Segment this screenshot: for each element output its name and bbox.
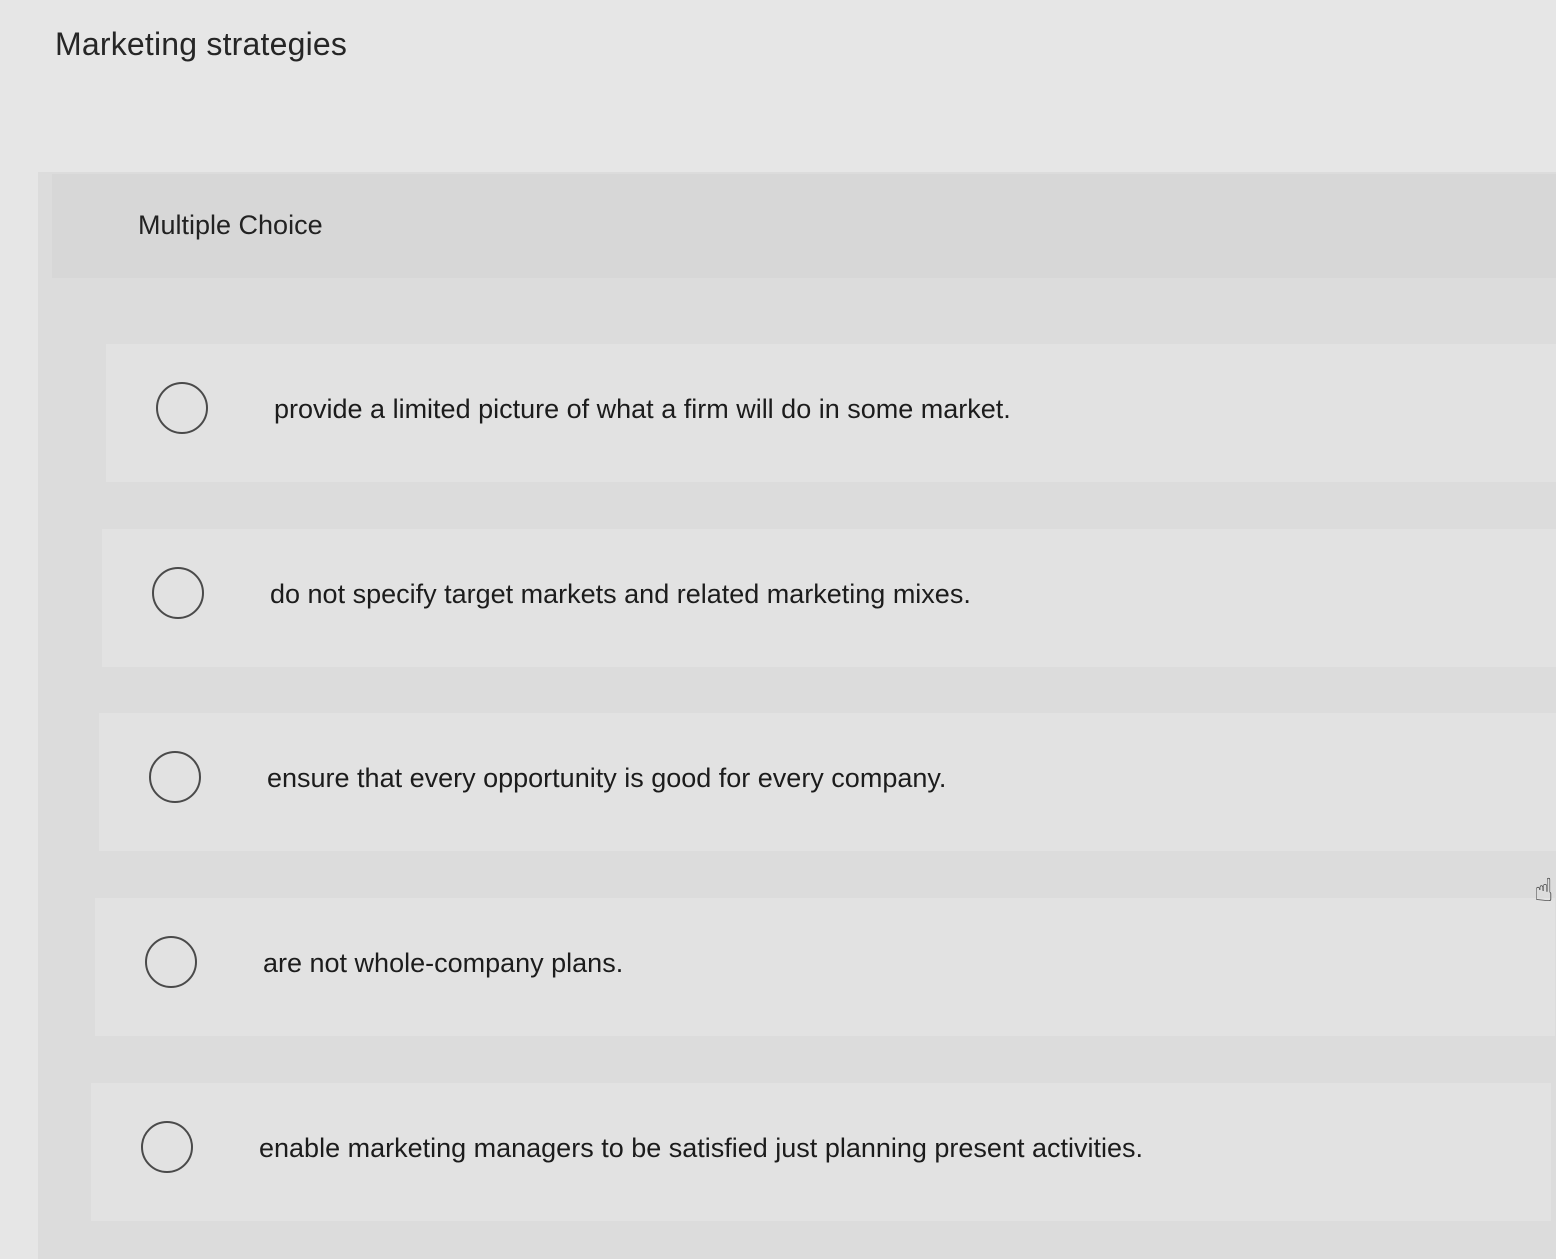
answer-options: provide a limited picture of what a firm… (0, 0, 1556, 1259)
radio-button[interactable] (152, 567, 204, 619)
answer-option[interactable]: provide a limited picture of what a firm… (106, 344, 1556, 482)
radio-button[interactable] (141, 1121, 193, 1173)
answer-option[interactable]: are not whole-company plans. (95, 898, 1555, 1036)
radio-button[interactable] (156, 382, 208, 434)
hand-pointer-icon: ☝ (1534, 872, 1554, 908)
answer-option-text: do not specify target markets and relate… (270, 579, 971, 609)
answer-option-text: are not whole-company plans. (263, 948, 624, 978)
radio-button[interactable] (149, 751, 201, 803)
answer-option[interactable]: enable marketing managers to be satisfie… (91, 1083, 1551, 1221)
radio-button[interactable] (145, 936, 197, 988)
answer-option-text: provide a limited picture of what a firm… (274, 394, 1011, 424)
answer-option[interactable]: ensure that every opportunity is good fo… (99, 713, 1556, 851)
answer-option-text: enable marketing managers to be satisfie… (259, 1133, 1143, 1163)
answer-option-text: ensure that every opportunity is good fo… (267, 763, 947, 793)
answer-option[interactable]: do not specify target markets and relate… (102, 529, 1556, 667)
